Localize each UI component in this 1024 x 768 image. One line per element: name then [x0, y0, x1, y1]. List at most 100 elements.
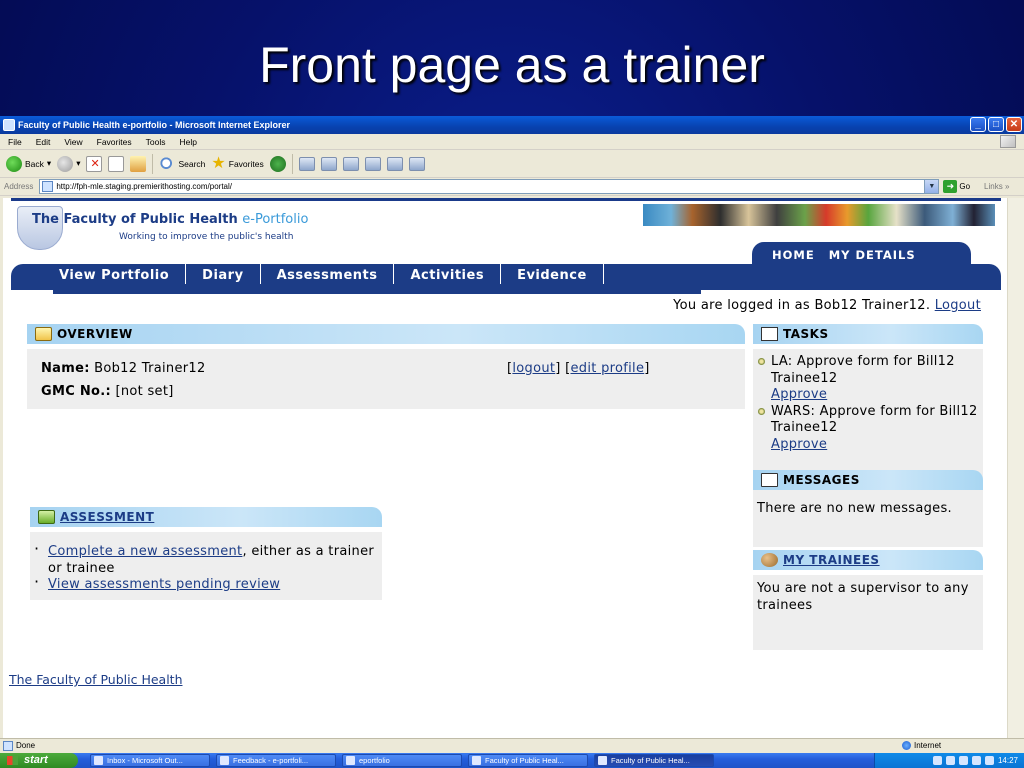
overview-heading: OVERVIEW [27, 324, 745, 344]
nav-home[interactable]: HOME [772, 248, 815, 262]
profile-logout-link[interactable]: logout [512, 361, 555, 376]
messages-book-icon [761, 473, 778, 487]
header-rule [11, 198, 1001, 201]
profile-links: [logout] [edit profile] [507, 361, 650, 376]
start-button[interactable]: start [0, 753, 78, 768]
links-button[interactable]: Links » [984, 182, 1009, 191]
messages-title: MESSAGES [783, 473, 860, 487]
taskbar-item-eportfolio[interactable]: eportfolio [342, 754, 462, 767]
tray-icon[interactable] [984, 756, 994, 765]
window-titlebar[interactable]: Faculty of Public Health e-portfolio - M… [0, 116, 1024, 134]
address-dropdown-icon[interactable]: ▼ [924, 180, 939, 193]
maximize-button[interactable]: □ [988, 117, 1004, 132]
favorites-star-icon: ★ [211, 154, 226, 172]
approve-link[interactable]: Approve [771, 387, 827, 402]
taskbar-item-outlook[interactable]: Inbox - Microsoft Out... [90, 754, 210, 767]
taskbar-item-faculty-2[interactable]: Faculty of Public Heal... [594, 754, 714, 767]
menu-file[interactable]: File [8, 134, 22, 149]
go-button[interactable]: ➜ Go [943, 180, 970, 193]
messages-panel: There are no new messages. [753, 495, 983, 547]
back-button[interactable]: Back ▾ [6, 155, 51, 172]
folder-icon[interactable] [364, 156, 381, 171]
messenger-icon[interactable] [408, 156, 425, 171]
tab-view-portfolio[interactable]: View Portfolio [11, 264, 187, 284]
close-button[interactable]: ✕ [1006, 117, 1022, 132]
history-icon[interactable] [269, 155, 286, 172]
overview-name-row: Name: Bob12 Trainer12 [41, 361, 206, 376]
tab-assessments[interactable]: Assessments [261, 264, 395, 284]
messages-heading: MESSAGES [753, 470, 983, 490]
page-icon [42, 181, 54, 192]
window-title: Faculty of Public Health e-portfolio - M… [18, 120, 291, 130]
nav-my-details[interactable]: MY DETAILS [829, 248, 916, 262]
print-icon[interactable] [320, 156, 337, 171]
mail-icon[interactable] [298, 156, 315, 171]
links-label: Links [984, 182, 1003, 191]
list-item: LA: Approve form for Bill12 Trainee12 App… [755, 354, 979, 404]
research-icon[interactable] [386, 156, 403, 171]
search-button[interactable]: Search [159, 155, 206, 172]
site-title-main: The Faculty of Public Health [32, 212, 238, 227]
edit-profile-link[interactable]: edit profile [570, 361, 644, 376]
tray-icon[interactable] [958, 756, 968, 765]
menu-tools[interactable]: Tools [146, 134, 166, 149]
edit-icon[interactable] [342, 156, 359, 171]
stop-icon[interactable] [86, 155, 103, 172]
footer-faculty-link[interactable]: The Faculty of Public Health [9, 672, 183, 687]
tab-activities[interactable]: Activities [394, 264, 502, 284]
forward-arrow-icon [57, 155, 74, 172]
zone-label: Internet [914, 741, 942, 750]
forward-dropdown-icon[interactable]: ▾ [76, 158, 80, 169]
refresh-icon[interactable] [108, 155, 125, 172]
system-tray: 14:27 [874, 753, 1024, 768]
taskbar-item-faculty-1[interactable]: Faculty of Public Heal... [468, 754, 588, 767]
clock: 14:27 [997, 756, 1018, 765]
minimize-button[interactable]: _ [970, 117, 986, 132]
tasks-heading: TASKS [753, 324, 983, 344]
slide-title: Front page as a trainer [259, 37, 765, 93]
tray-icon[interactable] [945, 756, 955, 765]
approve-link[interactable]: Approve [771, 437, 827, 452]
my-trainees-body: You are not a supervisor to any trainees [757, 581, 969, 613]
status-page-icon [3, 741, 13, 751]
assessment-list: Complete a new assessment, either as a t… [32, 541, 376, 594]
search-label: Search [178, 158, 206, 169]
assessment-heading: ASSESSMENT [30, 507, 382, 527]
task-text: LA: Approve form for Bill12 Trainee12 [771, 354, 955, 386]
overview-gmc-row: GMC No.: [not set] [41, 384, 174, 399]
assessment-title-link[interactable]: ASSESSMENT [60, 510, 154, 524]
tab-evidence[interactable]: Evidence [501, 264, 604, 284]
tab-diary[interactable]: Diary [186, 264, 261, 284]
menu-edit[interactable]: Edit [36, 134, 51, 149]
back-arrow-icon [6, 155, 22, 172]
tray-icon[interactable] [971, 756, 981, 765]
favorites-button[interactable]: ★ Favorites [211, 154, 263, 172]
toolbar-separator [152, 153, 154, 174]
status-text: Done [16, 741, 36, 750]
overview-icon [35, 327, 52, 341]
gmc-label: GMC No.: [41, 384, 112, 399]
complete-assessment-link[interactable]: Complete a new assessment [48, 544, 242, 559]
menu-view[interactable]: View [64, 134, 82, 149]
address-input[interactable]: http://fph-mle.staging.premierithosting.… [39, 179, 940, 194]
forward-button[interactable]: ▾ [57, 155, 80, 172]
back-dropdown-icon[interactable]: ▾ [47, 158, 51, 169]
toolbar-separator [291, 153, 293, 174]
logout-link[interactable]: Logout [935, 298, 981, 313]
list-item: View assessments pending review [32, 574, 376, 594]
site-title[interactable]: The Faculty of Public Health e-Portfolio [32, 212, 308, 227]
search-icon [159, 155, 176, 172]
menu-favorites[interactable]: Favorites [97, 134, 132, 149]
address-bar: Address http://fph-mle.staging.premierit… [0, 178, 1024, 196]
header-banner-image [643, 204, 995, 226]
tray-icon[interactable] [932, 756, 942, 765]
nav-underline [53, 290, 701, 294]
home-icon[interactable] [130, 155, 147, 172]
my-trainees-title-link[interactable]: MY TRAINEES [783, 553, 880, 567]
taskbar-item-feedback[interactable]: Feedback - e-portfoli... [216, 754, 336, 767]
page-scrollbar[interactable] [1007, 198, 1024, 746]
view-pending-link[interactable]: View assessments pending review [48, 577, 280, 592]
back-label: Back [25, 158, 44, 169]
browser-window: Faculty of Public Health e-portfolio - M… [0, 116, 1024, 768]
menu-help[interactable]: Help [179, 134, 196, 149]
